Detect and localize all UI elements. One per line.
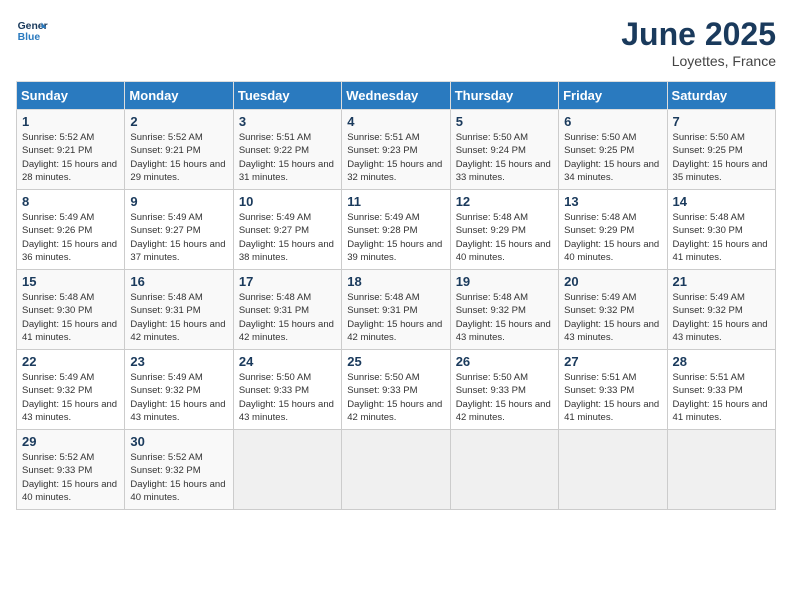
- day-cell-17: 17 Sunrise: 5:48 AMSunset: 9:31 PMDaylig…: [233, 270, 341, 350]
- day-cell-10: 10 Sunrise: 5:49 AMSunset: 9:27 PMDaylig…: [233, 190, 341, 270]
- day-cell-14: 14 Sunrise: 5:48 AMSunset: 9:30 PMDaylig…: [667, 190, 775, 270]
- day-cell-11: 11 Sunrise: 5:49 AMSunset: 9:28 PMDaylig…: [342, 190, 450, 270]
- calendar-table: Sunday Monday Tuesday Wednesday Thursday…: [16, 81, 776, 510]
- header-sunday: Sunday: [17, 82, 125, 110]
- day-cell-4: 4 Sunrise: 5:51 AMSunset: 9:23 PMDayligh…: [342, 110, 450, 190]
- calendar-header: Sunday Monday Tuesday Wednesday Thursday…: [17, 82, 776, 110]
- svg-text:Blue: Blue: [18, 32, 41, 43]
- location: Loyettes, France: [621, 53, 776, 69]
- week-row-1: 1 Sunrise: 5:52 AMSunset: 9:21 PMDayligh…: [17, 110, 776, 190]
- logo-icon: General Blue: [16, 16, 48, 48]
- day-cell-28: 28 Sunrise: 5:51 AMSunset: 9:33 PMDaylig…: [667, 350, 775, 430]
- header-thursday: Thursday: [450, 82, 558, 110]
- month-title: June 2025: [621, 16, 776, 53]
- week-row-3: 15 Sunrise: 5:48 AMSunset: 9:30 PMDaylig…: [17, 270, 776, 350]
- day-cell-23: 23 Sunrise: 5:49 AMSunset: 9:32 PMDaylig…: [125, 350, 233, 430]
- day-cell-27: 27 Sunrise: 5:51 AMSunset: 9:33 PMDaylig…: [559, 350, 667, 430]
- day-cell-5: 5 Sunrise: 5:50 AMSunset: 9:24 PMDayligh…: [450, 110, 558, 190]
- week-row-4: 22 Sunrise: 5:49 AMSunset: 9:32 PMDaylig…: [17, 350, 776, 430]
- day-cell-12: 12 Sunrise: 5:48 AMSunset: 9:29 PMDaylig…: [450, 190, 558, 270]
- empty-cell-1: [233, 430, 341, 510]
- day-cell-19: 19 Sunrise: 5:48 AMSunset: 9:32 PMDaylig…: [450, 270, 558, 350]
- empty-cell-3: [450, 430, 558, 510]
- day-cell-1: 1 Sunrise: 5:52 AMSunset: 9:21 PMDayligh…: [17, 110, 125, 190]
- day-cell-6: 6 Sunrise: 5:50 AMSunset: 9:25 PMDayligh…: [559, 110, 667, 190]
- day-cell-8: 8 Sunrise: 5:49 AMSunset: 9:26 PMDayligh…: [17, 190, 125, 270]
- header-friday: Friday: [559, 82, 667, 110]
- week-row-2: 8 Sunrise: 5:49 AMSunset: 9:26 PMDayligh…: [17, 190, 776, 270]
- header-saturday: Saturday: [667, 82, 775, 110]
- page-header: General Blue June 2025 Loyettes, France: [16, 16, 776, 69]
- day-cell-2: 2 Sunrise: 5:52 AMSunset: 9:21 PMDayligh…: [125, 110, 233, 190]
- calendar-body: 1 Sunrise: 5:52 AMSunset: 9:21 PMDayligh…: [17, 110, 776, 510]
- day-cell-26: 26 Sunrise: 5:50 AMSunset: 9:33 PMDaylig…: [450, 350, 558, 430]
- empty-cell-4: [559, 430, 667, 510]
- logo: General Blue: [16, 16, 48, 48]
- day-cell-15: 15 Sunrise: 5:48 AMSunset: 9:30 PMDaylig…: [17, 270, 125, 350]
- day-cell-21: 21 Sunrise: 5:49 AMSunset: 9:32 PMDaylig…: [667, 270, 775, 350]
- day-cell-20: 20 Sunrise: 5:49 AMSunset: 9:32 PMDaylig…: [559, 270, 667, 350]
- day-cell-25: 25 Sunrise: 5:50 AMSunset: 9:33 PMDaylig…: [342, 350, 450, 430]
- day-cell-24: 24 Sunrise: 5:50 AMSunset: 9:33 PMDaylig…: [233, 350, 341, 430]
- day-cell-18: 18 Sunrise: 5:48 AMSunset: 9:31 PMDaylig…: [342, 270, 450, 350]
- day-cell-7: 7 Sunrise: 5:50 AMSunset: 9:25 PMDayligh…: [667, 110, 775, 190]
- empty-cell-5: [667, 430, 775, 510]
- title-block: June 2025 Loyettes, France: [621, 16, 776, 69]
- header-tuesday: Tuesday: [233, 82, 341, 110]
- weekday-row: Sunday Monday Tuesday Wednesday Thursday…: [17, 82, 776, 110]
- empty-cell-2: [342, 430, 450, 510]
- day-cell-9: 9 Sunrise: 5:49 AMSunset: 9:27 PMDayligh…: [125, 190, 233, 270]
- day-cell-29: 29 Sunrise: 5:52 AMSunset: 9:33 PMDaylig…: [17, 430, 125, 510]
- week-row-5: 29 Sunrise: 5:52 AMSunset: 9:33 PMDaylig…: [17, 430, 776, 510]
- day-cell-16: 16 Sunrise: 5:48 AMSunset: 9:31 PMDaylig…: [125, 270, 233, 350]
- header-wednesday: Wednesday: [342, 82, 450, 110]
- day-cell-13: 13 Sunrise: 5:48 AMSunset: 9:29 PMDaylig…: [559, 190, 667, 270]
- header-monday: Monday: [125, 82, 233, 110]
- day-cell-3: 3 Sunrise: 5:51 AMSunset: 9:22 PMDayligh…: [233, 110, 341, 190]
- day-cell-30: 30 Sunrise: 5:52 AMSunset: 9:32 PMDaylig…: [125, 430, 233, 510]
- day-cell-22: 22 Sunrise: 5:49 AMSunset: 9:32 PMDaylig…: [17, 350, 125, 430]
